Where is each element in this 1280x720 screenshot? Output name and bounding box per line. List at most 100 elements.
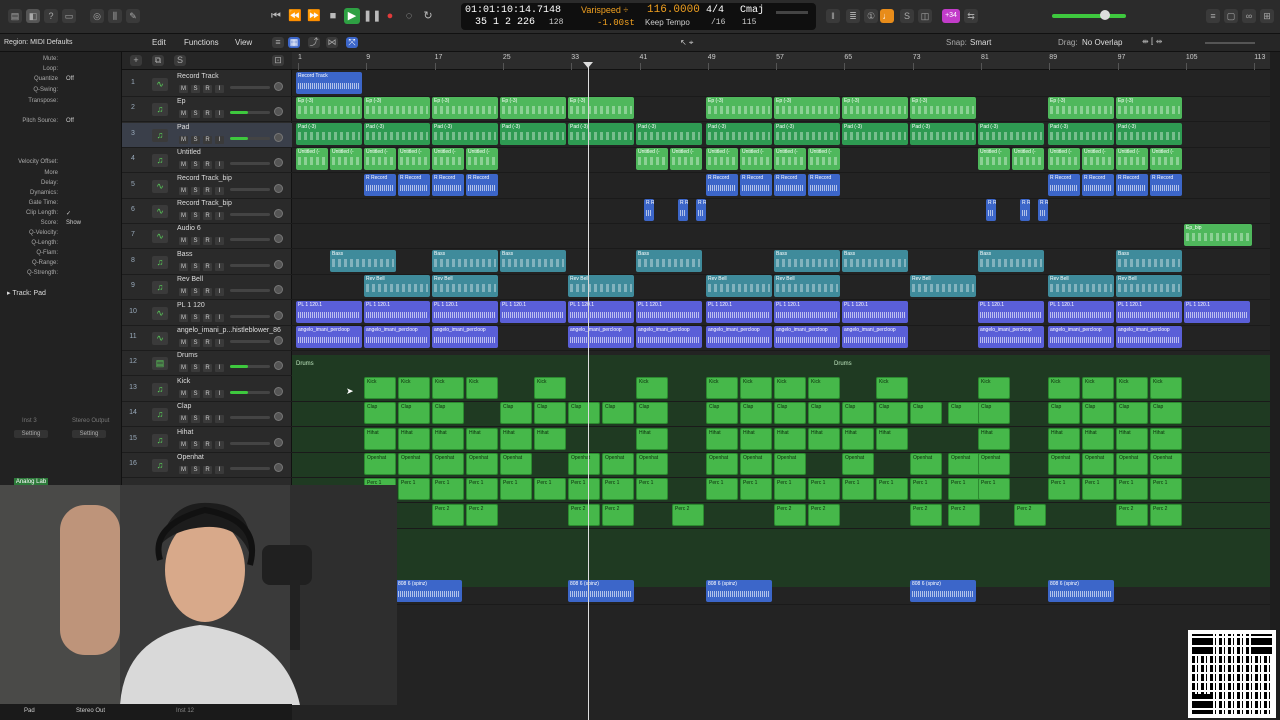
region[interactable]: Clap: [534, 402, 566, 425]
inspector-row[interactable]: Q-Length:: [4, 240, 118, 250]
timeline-ruler[interactable]: 1 9 17 25 33 41 49 57 65 73 81 89 97 105 113: [292, 52, 1270, 70]
smart-controls-icon[interactable]: ◎: [90, 9, 104, 23]
region[interactable]: R Record: [1116, 173, 1148, 196]
region[interactable]: Pad (-3): [636, 122, 702, 145]
inspector-row[interactable]: Transpose:: [4, 98, 118, 108]
region[interactable]: Perc 1: [948, 478, 980, 501]
region[interactable]: Clap: [364, 402, 396, 425]
region[interactable]: Pad (-3): [432, 122, 498, 145]
region[interactable]: R Record: [1038, 199, 1048, 221]
region[interactable]: Untitled (-: [706, 148, 738, 171]
inspector-icon[interactable]: ◧: [26, 9, 40, 23]
region[interactable]: Perc 2: [432, 503, 464, 526]
region[interactable]: Kick: [466, 376, 498, 399]
input-monitor-button[interactable]: I: [215, 85, 224, 93]
track-volume-fader[interactable]: [230, 162, 270, 166]
region[interactable]: Kick: [774, 376, 806, 399]
region[interactable]: PL 1 120.1: [432, 300, 498, 323]
duplicate-track-icon[interactable]: ⧉: [152, 55, 164, 66]
region[interactable]: Clap: [636, 402, 668, 425]
mute-button[interactable]: M: [179, 466, 188, 474]
region[interactable]: Hihat: [808, 427, 840, 450]
track-lane[interactable]: Perc 2 Perc 2 Perc 2 Perc 2 Perc 2 Perc 2 Perc…: [292, 503, 1270, 529]
input-monitor-button[interactable]: I: [215, 364, 224, 373]
inspector-row[interactable]: Q-Flam:: [4, 250, 118, 260]
region[interactable]: Untitled (-: [1048, 148, 1080, 171]
region[interactable]: Perc 1: [1116, 478, 1148, 501]
region[interactable]: Clap: [978, 402, 1010, 425]
region[interactable]: Rev Bell: [364, 275, 430, 298]
track-name[interactable]: Pad: [177, 124, 189, 131]
input-monitor-button[interactable]: I: [215, 262, 224, 271]
region[interactable]: R Record: [1150, 173, 1182, 196]
region[interactable]: Clap: [432, 402, 464, 425]
region[interactable]: Openhat: [466, 453, 498, 475]
region[interactable]: angelo_imani_percloop: [706, 326, 772, 348]
region[interactable]: angelo_imani_percloop: [568, 326, 634, 348]
input-monitor-button[interactable]: I: [215, 161, 224, 170]
region[interactable]: Hihat: [978, 427, 1010, 450]
snap-select[interactable]: Smart: [970, 38, 1050, 47]
region[interactable]: Perc 1: [740, 478, 772, 501]
region[interactable]: Perc 1: [636, 478, 668, 501]
solo-button[interactable]: S: [191, 415, 200, 424]
region[interactable]: Clap: [398, 402, 430, 425]
arrange-area[interactable]: 1 9 17 25 33 41 49 57 65 73 81 89 97 105 113 Record Tr…: [292, 52, 1270, 720]
region[interactable]: Openhat: [1116, 453, 1148, 475]
region[interactable]: R Record: [398, 173, 430, 196]
region[interactable]: Perc 1: [910, 478, 942, 501]
setting-button-2[interactable]: Setting: [72, 430, 106, 438]
region[interactable]: Hihat: [1048, 427, 1080, 450]
region[interactable]: Perc 1: [602, 478, 634, 501]
record-enable-button[interactable]: R: [203, 161, 212, 170]
mute-button[interactable]: M: [179, 110, 188, 119]
track-name[interactable]: Bass: [177, 251, 193, 258]
track-header-row[interactable]: 12 ▤ Drums M S R I: [122, 351, 292, 377]
region[interactable]: Untitled (-: [978, 148, 1010, 171]
cycle-icon[interactable]: ↻: [420, 8, 436, 24]
mute-button[interactable]: M: [179, 161, 188, 170]
region[interactable]: Ep_bip: [1184, 224, 1252, 247]
region[interactable]: Kick: [432, 376, 464, 399]
track-lane[interactable]: Record Track: [292, 72, 1270, 97]
region[interactable]: Untitled (-: [296, 148, 328, 171]
pause-icon[interactable]: ❚❚: [363, 8, 381, 24]
track-lane[interactable]: Rev Bell Rev Bell Rev Bell Rev Bell Rev Bell…: [292, 275, 1270, 301]
region[interactable]: Untitled (-: [740, 148, 772, 171]
region-defaults-label[interactable]: Region: MIDI Defaults: [4, 39, 72, 46]
region[interactable]: Perc 1: [808, 478, 840, 501]
track-lane[interactable]: angelo_imani_percloop angelo_imani_perclo…: [292, 326, 1270, 351]
region[interactable]: Record Track: [296, 72, 362, 94]
time-signature[interactable]: 4/4: [706, 5, 724, 16]
region[interactable]: Untitled (-: [432, 148, 464, 171]
list-view-icon[interactable]: ≡: [272, 37, 284, 48]
region[interactable]: Hihat: [1082, 427, 1114, 450]
region[interactable]: Clap: [740, 402, 772, 425]
inspector-row[interactable]: Q-Swing:: [4, 87, 118, 97]
record-enable-button[interactable]: R: [203, 364, 212, 373]
region[interactable]: Pad (-3): [842, 122, 908, 145]
track-pan-knob[interactable]: [274, 234, 283, 244]
region[interactable]: R Record: [364, 173, 396, 196]
region[interactable]: Clap: [910, 402, 942, 425]
track-lane[interactable]: Kick Kick Kick Kick Kick Kick Kick Kick Kick Kick…: [292, 376, 1270, 402]
region[interactable]: Kick: [978, 376, 1010, 399]
region[interactable]: 808 6 (spinz): [396, 580, 462, 602]
track-name[interactable]: Record Track_bip: [177, 200, 232, 207]
track-lane[interactable]: Perc 1 Perc 1 Perc 1 Perc 1 Perc 1 Perc 1 Perc…: [292, 478, 1270, 504]
input-monitor-button[interactable]: I: [215, 212, 224, 220]
record-enable-button[interactable]: R: [203, 339, 212, 347]
waveform-zoom-icon[interactable]: ⇼ ⫿ ⇹: [1142, 37, 1162, 47]
track-lane[interactable]: PL 1 120.1 PL 1 120.1 PL 1 120.1 PL 1 120.1…: [292, 300, 1270, 326]
region[interactable]: Hihat: [534, 427, 566, 450]
region[interactable]: 808 6 (spinz): [568, 580, 634, 602]
zoom-slider[interactable]: [1205, 42, 1255, 44]
region[interactable]: Openhat: [568, 453, 600, 475]
region[interactable]: Openhat: [774, 453, 806, 475]
region[interactable]: Clap: [568, 402, 600, 425]
region[interactable]: Openhat: [910, 453, 942, 475]
region[interactable]: 808 6 (spinz): [706, 580, 772, 602]
input-monitor-button[interactable]: I: [215, 288, 224, 297]
region[interactable]: Hihat: [1150, 427, 1182, 450]
flex-view-icon[interactable]: ⋈: [326, 37, 338, 48]
